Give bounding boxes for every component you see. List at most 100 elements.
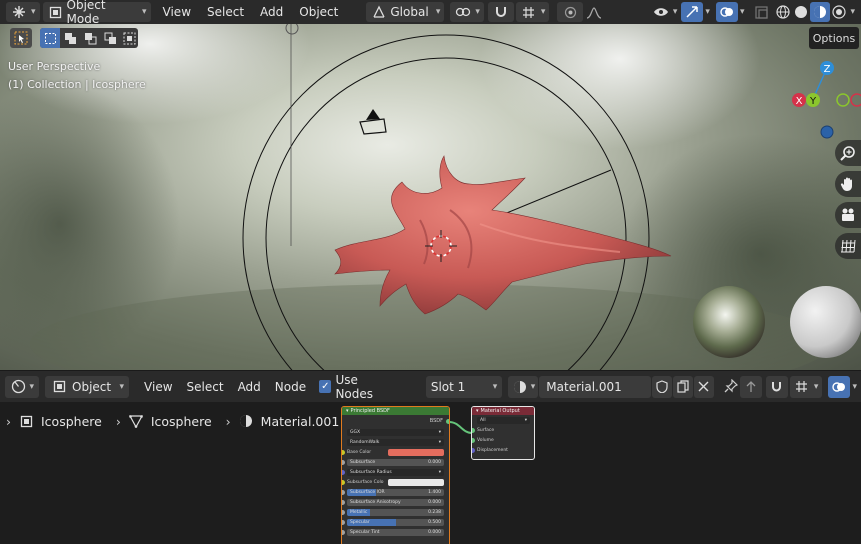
node-menu-select[interactable]: Select xyxy=(180,380,231,394)
menu-select[interactable]: Select xyxy=(199,2,252,22)
pin-button[interactable] xyxy=(722,377,740,396)
wireframe-sphere-icon xyxy=(774,3,792,21)
select-subtract-icon[interactable] xyxy=(80,29,100,47)
chevron-down-icon[interactable]: ▾ xyxy=(850,7,855,17)
mode-dropdown[interactable]: Object Mode ▾ xyxy=(42,0,151,26)
input-socket[interactable] xyxy=(342,449,345,455)
icosphere-mesh[interactable] xyxy=(334,155,672,315)
gizmo-neg-y-axis[interactable] xyxy=(836,93,850,107)
input-socket[interactable] xyxy=(342,459,345,465)
input-socket[interactable] xyxy=(342,529,345,535)
principled-bsdf-node[interactable]: ▾ Principled BSDF BSDF GGX ▾ RandomWalk ▾ … xyxy=(341,406,450,544)
unlink-material-button[interactable] xyxy=(693,375,714,398)
chevron-down-icon[interactable]: ▾ xyxy=(705,7,710,17)
fake-user-button[interactable] xyxy=(651,375,672,398)
input-label: Specular xyxy=(350,519,370,525)
shader-type-dropdown[interactable]: Object ▾ xyxy=(45,375,130,398)
node-editor-type-button[interactable]: ▾ xyxy=(5,375,39,398)
input-field[interactable]: Subsurface Anisotropy 0.000 xyxy=(347,498,444,506)
input-field[interactable]: Subsurface IOR 1.400 xyxy=(347,488,444,496)
subsurface-color-swatch[interactable] xyxy=(388,478,444,486)
editor-type-button[interactable]: ▾ xyxy=(6,2,40,22)
node-overlay-toggle[interactable] xyxy=(828,375,851,398)
pan-button[interactable] xyxy=(835,171,861,197)
camera-view-button[interactable] xyxy=(835,202,861,228)
select-extend-icon[interactable] xyxy=(60,29,80,47)
orientation-dropdown[interactable]: Global ▾ xyxy=(366,2,445,22)
input-socket[interactable] xyxy=(342,489,345,495)
material-output-node[interactable]: ▾ Material Output All ▾ Surface Volume Di… xyxy=(471,406,535,460)
distribution-dropdown[interactable]: GGX ▾ xyxy=(347,428,444,436)
subsurface-method-dropdown[interactable]: RandomWalk ▾ xyxy=(347,438,444,446)
node-editor-canvas[interactable]: › Icosphere › Icosphere › Material.001 ▾ xyxy=(0,402,861,544)
shading-solid-button[interactable] xyxy=(792,2,810,22)
xray-toggle[interactable] xyxy=(752,2,770,22)
chevron-down-icon[interactable]: ▾ xyxy=(346,408,349,414)
parent-node-tree-button[interactable] xyxy=(739,375,762,398)
menu-add[interactable]: Add xyxy=(252,2,291,22)
select-intersect-icon[interactable] xyxy=(120,29,138,47)
node-menu-add[interactable]: Add xyxy=(231,380,268,394)
node-menu-node[interactable]: Node xyxy=(268,380,313,394)
node-snap-toggle[interactable] xyxy=(765,375,788,398)
breadcrumb-material[interactable]: Material.001 xyxy=(261,414,340,429)
zoom-button[interactable] xyxy=(835,140,861,166)
mesh-icon xyxy=(127,412,145,430)
volume-socket[interactable] xyxy=(472,437,475,443)
3d-viewport[interactable]: User Perspective (1) Collection | Icosph… xyxy=(0,24,861,370)
input-socket[interactable] xyxy=(342,469,345,475)
material-browse-button[interactable]: ▾ xyxy=(508,375,539,398)
chevron-down-icon[interactable]: ▾ xyxy=(740,7,745,17)
input-socket[interactable] xyxy=(342,479,345,485)
shading-material-button[interactable] xyxy=(810,2,831,22)
shading-wireframe-button[interactable] xyxy=(774,2,792,22)
surface-socket[interactable] xyxy=(472,427,475,433)
snap-target-dropdown[interactable]: ▾ xyxy=(515,2,550,22)
input-socket[interactable] xyxy=(342,499,345,505)
slot-dropdown[interactable]: Slot 1 ▾ xyxy=(425,375,503,398)
menu-view[interactable]: View xyxy=(155,2,199,22)
viewport-collection-label: (1) Collection | Icosphere xyxy=(8,78,146,91)
falloff-dropdown[interactable] xyxy=(585,2,603,22)
input-dropdown[interactable]: Subsurface Radius ▾ xyxy=(347,468,444,476)
ortho-toggle-button[interactable] xyxy=(835,233,861,259)
tool-select-button[interactable] xyxy=(10,28,32,48)
visibility-dropdown[interactable]: ▾ xyxy=(652,2,677,22)
displacement-socket[interactable] xyxy=(472,447,475,453)
input-socket[interactable] xyxy=(342,519,345,525)
overlay-toggle[interactable] xyxy=(715,2,738,22)
snap-toggle[interactable] xyxy=(487,2,514,22)
select-invert-icon[interactable] xyxy=(100,29,120,47)
select-new-icon[interactable] xyxy=(40,28,60,48)
duplicate-material-button[interactable] xyxy=(672,375,693,398)
chevron-down-icon[interactable]: ▾ xyxy=(476,408,479,414)
base-color-swatch[interactable] xyxy=(388,448,444,456)
proportional-edit-toggle[interactable] xyxy=(557,2,584,22)
output-node-header[interactable]: ▾ Material Output xyxy=(472,407,534,415)
input-field[interactable]: Subsurface 0.000 xyxy=(347,458,444,466)
navigation-gizmo[interactable]: Z X Y xyxy=(791,58,861,148)
gizmo-neg-z-axis[interactable] xyxy=(820,125,834,139)
breadcrumb-object[interactable]: Icosphere xyxy=(41,414,102,429)
bsdf-node-header[interactable]: ▾ Principled BSDF xyxy=(342,407,449,415)
node-menu-view[interactable]: View xyxy=(137,380,179,394)
input-field[interactable]: Metallic 0.238 xyxy=(347,508,444,516)
gizmo-neg-x-axis[interactable] xyxy=(850,93,861,107)
use-nodes-checkbox[interactable]: ✓ Use Nodes xyxy=(319,373,396,401)
menu-object[interactable]: Object xyxy=(291,2,346,22)
options-button[interactable]: Options xyxy=(809,27,859,49)
bsdf-output-socket[interactable] xyxy=(446,418,449,424)
pivot-dropdown[interactable]: ▾ xyxy=(450,2,484,22)
input-socket[interactable] xyxy=(342,509,345,515)
chevron-down-icon[interactable]: ▾ xyxy=(852,382,857,392)
input-field[interactable]: Specular Tint 0.000 xyxy=(347,528,444,536)
target-dropdown[interactable]: All ▾ xyxy=(477,416,530,424)
material-name-field[interactable]: Material.001 xyxy=(539,375,651,398)
shading-rendered-button[interactable] xyxy=(830,2,848,22)
chevron-down-icon: ▾ xyxy=(31,7,36,17)
breadcrumb-mesh[interactable]: Icosphere xyxy=(151,414,212,429)
gizmo-toggle[interactable] xyxy=(681,2,704,22)
input-field[interactable]: Specular 0.500 xyxy=(347,518,444,526)
camera-object[interactable] xyxy=(359,109,387,135)
node-snap-target-dropdown[interactable]: ▾ xyxy=(789,375,823,398)
